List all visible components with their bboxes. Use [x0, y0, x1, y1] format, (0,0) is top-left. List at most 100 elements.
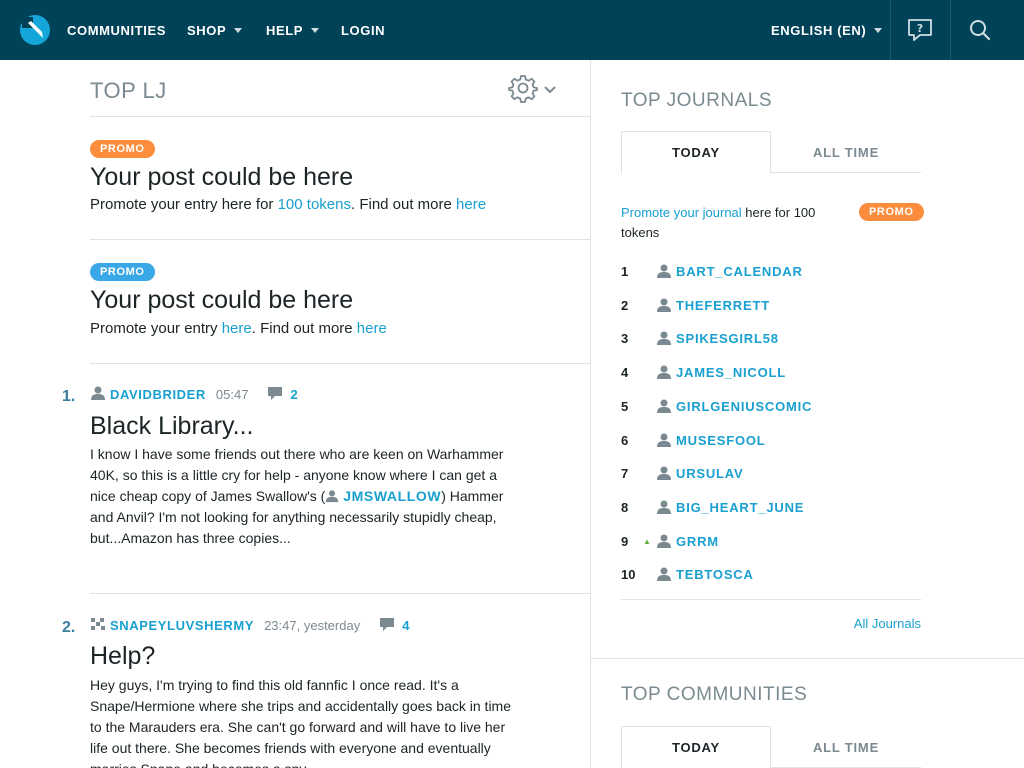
journal-rank: 7 [621, 465, 629, 481]
sidebar: TOP JOURNALS TODAY ALL TIME Promote your… [590, 60, 1024, 768]
nav-help-label: HELP [266, 22, 304, 38]
journal-name-link[interactable]: BIG_HEART_JUNE [676, 500, 804, 515]
nav-login-label: LOGIN [341, 22, 386, 38]
user-icon [657, 534, 671, 548]
post-title[interactable]: Help? [90, 642, 155, 671]
divider [621, 599, 921, 600]
tab-today[interactable]: TODAY [621, 131, 771, 174]
livejournal-logo-icon[interactable] [19, 14, 51, 46]
user-icon [657, 567, 671, 581]
top-navigation-bar: COMMUNITIES SHOP HELP LOGIN ENGLISH (EN)… [0, 0, 1024, 60]
journal-name-link[interactable]: GIRLGENIUSCOMIC [676, 399, 812, 414]
promo-text-a: Promote your entry here for [90, 196, 278, 213]
promote-journal-link[interactable]: Promote your journal [621, 205, 742, 220]
promo-badge: PROMO [859, 203, 924, 221]
post-body: Hey guys, I'm trying to find this old fa… [90, 677, 512, 768]
user-icon [90, 385, 106, 404]
journal-name-link[interactable]: THEFERRETT [676, 298, 770, 313]
tab-all-time[interactable]: ALL TIME [771, 131, 921, 173]
journal-name-link[interactable]: URSULAV [676, 466, 743, 481]
promo-find-out-link[interactable]: here [456, 196, 486, 213]
journal-row[interactable]: 8 BIG_HEART_JUNE [621, 497, 921, 517]
user-icon [657, 466, 671, 480]
settings-dropdown-button[interactable] [508, 74, 568, 106]
journal-row[interactable]: 9 ▲ GRRM [621, 531, 921, 551]
user-icon [657, 433, 671, 447]
promo-tokens-link[interactable]: 100 tokens [278, 196, 351, 213]
journal-rank: 9 [621, 533, 629, 549]
journal-row[interactable]: 2 THEFERRETT [621, 295, 921, 315]
journal-row[interactable]: 1 BART_CALENDAR [621, 261, 921, 281]
journal-row[interactable]: 10 TEBTOSCA [621, 564, 921, 584]
promo-here-link[interactable]: here [222, 320, 252, 337]
post-meta: SNAPEYLUVSHERMY 23:47, yesterday 4 [90, 616, 409, 635]
gear-icon [508, 73, 538, 108]
tab-all-time[interactable]: ALL TIME [771, 726, 921, 768]
promo-text: Promote your entry here. Find out more h… [90, 320, 387, 337]
comment-bubble-icon [266, 385, 284, 404]
journal-row[interactable]: 7 URSULAV [621, 463, 921, 483]
journal-rank: 1 [621, 263, 629, 279]
journal-name-link[interactable]: MUSESFOOL [676, 433, 766, 448]
nav-shop-label: SHOP [187, 22, 227, 38]
help-bubble-icon[interactable]: ? [890, 0, 950, 60]
user-icon [657, 331, 671, 345]
journal-name-link[interactable]: JAMES_NICOLL [676, 365, 786, 380]
nav-communities[interactable]: COMMUNITIES [67, 0, 166, 60]
mentioned-user-link[interactable]: JMSWALLOW [343, 488, 441, 504]
journal-name-link[interactable]: GRRM [676, 534, 719, 549]
post-comments-link[interactable]: 2 [266, 385, 298, 404]
all-journals-link[interactable]: All Journals [854, 616, 921, 631]
chevron-down-icon [874, 27, 883, 33]
promo-title[interactable]: Your post could be here [90, 163, 353, 192]
page-title: TOP LJ [90, 78, 167, 103]
user-icon [657, 399, 671, 413]
main-content: TOP LJ PROMO Your post could be here Pro… [0, 60, 590, 768]
nav-login[interactable]: LOGIN [341, 0, 385, 60]
top-journals-title: TOP JOURNALS [621, 90, 773, 111]
journal-row[interactable]: 5 GIRLGENIUSCOMIC [621, 396, 921, 416]
journal-name-link[interactable]: BART_CALENDAR [676, 264, 803, 279]
post-author-link[interactable]: DAVIDBRIDER [110, 387, 206, 402]
journal-rank: 8 [621, 499, 629, 515]
divider [90, 593, 590, 594]
journal-rank: 2 [621, 297, 629, 313]
user-icon [657, 500, 671, 514]
promo-badge: PROMO [90, 263, 155, 281]
post-meta: DAVIDBRIDER 05:47 2 [90, 385, 298, 404]
journal-name-link[interactable]: SPIKESGIRL58 [676, 331, 779, 346]
journal-name-link[interactable]: TEBTOSCA [676, 567, 754, 582]
journal-row[interactable]: 6 MUSESFOOL [621, 430, 921, 450]
chevron-down-icon [311, 27, 320, 33]
nav-help[interactable]: HELP [266, 0, 320, 60]
search-icon[interactable] [950, 0, 1010, 60]
language-label: ENGLISH (EN) [771, 22, 867, 38]
post-title[interactable]: Black Library... [90, 412, 253, 441]
post-body: I know I have some friends out there who… [90, 444, 520, 549]
post-comment-count: 4 [402, 618, 410, 633]
post-rank: 2. [62, 619, 76, 636]
journal-rank: 10 [621, 566, 636, 582]
journal-row[interactable]: 3 SPIKESGIRL58 [621, 328, 921, 348]
language-selector[interactable]: ENGLISH (EN) [771, 0, 883, 60]
post-author-link[interactable]: SNAPEYLUVSHERMY [110, 618, 254, 633]
top-journals-tabs: TODAY ALL TIME [621, 131, 921, 174]
promo-title[interactable]: Your post could be here [90, 286, 353, 315]
promo-text-b: . Find out more [251, 320, 357, 337]
post-time: 05:47 [215, 387, 249, 402]
chevron-down-icon [544, 81, 556, 99]
promo-find-out-link[interactable]: here [357, 320, 387, 337]
tab-today[interactable]: TODAY [621, 726, 771, 768]
post-comments-link[interactable]: 4 [378, 616, 409, 635]
journal-rank: 6 [621, 432, 629, 448]
journal-promo-text: Promote your journal here for 100 tokens [621, 203, 851, 243]
rank-up-arrow-icon: ▲ [643, 536, 651, 546]
divider [90, 239, 590, 240]
journal-row[interactable]: 4 JAMES_NICOLL [621, 362, 921, 382]
divider [591, 658, 1024, 659]
user-icon [657, 298, 671, 312]
post-comment-count: 2 [290, 387, 298, 402]
divider [90, 363, 590, 364]
nav-shop[interactable]: SHOP [187, 0, 243, 60]
chevron-down-icon [234, 27, 243, 33]
